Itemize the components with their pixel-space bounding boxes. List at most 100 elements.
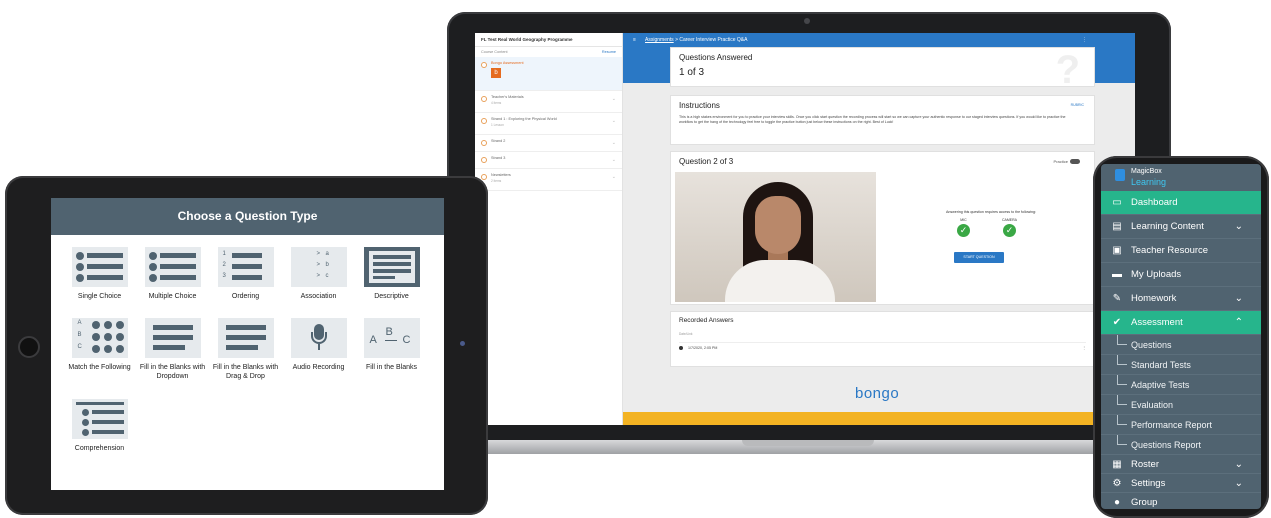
question-type-multiple-choice[interactable]: Multiple Choice (136, 247, 209, 301)
submenu-item-evaluation[interactable]: Evaluation (1101, 395, 1261, 415)
chevron-down-icon[interactable]: ⌄ (612, 157, 616, 163)
question-type-fill-in-the-blanks[interactable]: A B C Fill in the Blanks (355, 318, 428, 372)
question-type-label: Fill in the Blanks with Drag & Drop (212, 364, 279, 380)
submenu-item-questions[interactable]: Questions (1101, 335, 1261, 355)
tree-connector (1117, 335, 1127, 345)
sidebar-item-label: Teacher's Materials (491, 95, 524, 99)
assignment-main: Questions Answered 1 of 3 ? Instructions… (670, 47, 1095, 425)
recorded-answers-heading: Recorded Answers (679, 317, 734, 324)
association-icon: > a > b > c (290, 247, 347, 287)
sidebar-item-label: Strand 2 (491, 139, 506, 143)
question-type-label: Single Choice (77, 293, 122, 300)
laptop-notch (742, 440, 874, 446)
descriptive-icon (363, 247, 420, 287)
question-type-label: Fill in the Blanks (366, 364, 417, 371)
recorded-column-header: Date/Link (679, 332, 693, 336)
chevron-down-icon[interactable]: ⌄ (1235, 287, 1243, 311)
question-type-fill-blanks-dropdown[interactable]: Fill in the Blanks with Dropdown (136, 318, 209, 381)
chevron-down-icon[interactable]: ⌄ (612, 174, 616, 180)
menu-item-group[interactable]: ● Group (1101, 493, 1261, 509)
sidebar-item-strand-3[interactable]: Strand 3 ⌄ (475, 152, 622, 169)
practice-label: Practice (1053, 159, 1068, 164)
menu-item-settings[interactable]: ⚙ Settings ⌄ (1101, 474, 1261, 493)
menu-item-roster[interactable]: ▦ Roster ⌄ (1101, 455, 1261, 474)
menu-item-my-uploads[interactable]: ▬ My Uploads (1101, 263, 1261, 287)
recorded-answers-card: Recorded Answers Date/Link 1/7/2020, 2:0… (670, 311, 1095, 367)
monitor-icon: ▭ (1112, 197, 1122, 208)
hamburger-menu-icon[interactable]: ≡ (633, 37, 636, 43)
row-more-icon[interactable]: ⋮ (1082, 346, 1086, 350)
menu-item-assessment[interactable]: ✔ Assessment ⌃ (1101, 311, 1261, 335)
ordering-icon: 1 2 3 (217, 247, 274, 287)
menu-item-learning-content[interactable]: ▤ Learning Content ⌄ (1101, 215, 1261, 239)
brand-name: MagicBox (1131, 168, 1162, 175)
sidebar-item-meta: 4 items (491, 101, 502, 105)
sidebar-item-bongo-assessment[interactable]: Bongo Assessment b (475, 57, 622, 91)
sidebar-item-teachers-materials[interactable]: Teacher's Materials 4 items ⌄ (475, 91, 622, 113)
progress-dot (481, 157, 487, 163)
question-type-audio-recording[interactable]: Audio Recording (282, 318, 355, 372)
question-mark-watermark-icon: ? (1055, 48, 1080, 92)
recorded-answer-row[interactable]: 1/7/2020, 2:05 PM ⋮ (679, 342, 1086, 351)
menu-item-label: Assessment (1131, 317, 1183, 328)
course-title[interactable]: FL Test Real World Geography Programme (475, 33, 622, 47)
course-content-row: Course Content Resume (475, 47, 622, 57)
instructions-heading: Instructions (679, 101, 720, 110)
submenu-item-standard-tests[interactable]: Standard Tests (1101, 355, 1261, 375)
question-type-ordering[interactable]: 1 2 3 Ordering (209, 247, 282, 301)
submenu-item-adaptive-tests[interactable]: Adaptive Tests (1101, 375, 1261, 395)
practice-toggle[interactable] (1070, 159, 1080, 164)
question-type-comprehension[interactable]: Comprehension (63, 399, 136, 453)
submenu-item-performance-report[interactable]: Performance Report (1101, 415, 1261, 435)
bongo-logo: bongo (855, 385, 900, 402)
more-options-icon[interactable]: ⋮ (1082, 37, 1087, 43)
chevron-down-icon[interactable]: ⌄ (612, 140, 616, 146)
questions-answered-value: 1 of 3 (679, 67, 705, 78)
question-type-fill-blanks-drag-drop[interactable]: Fill in the Blanks with Drag & Drop (209, 318, 282, 381)
course-sidebar: FL Test Real World Geography Programme C… (475, 33, 623, 425)
breadcrumb-assignments[interactable]: Assignments (645, 37, 674, 43)
tree-connector (1117, 395, 1127, 405)
submenu-item-label: Questions Report (1131, 440, 1202, 450)
briefcase-icon: ▣ (1112, 245, 1122, 256)
sidebar-item-strand-2[interactable]: Strand 2 ⌄ (475, 135, 622, 152)
permission-checks: MIC ✓ CAMERA ✓ (957, 218, 1017, 237)
sidebar-item-label: Strand 3 (491, 156, 506, 160)
question-type-label: Comprehension (74, 445, 125, 452)
submenu-item-label: Performance Report (1131, 420, 1213, 430)
chevron-down-icon[interactable]: ⌄ (1235, 215, 1243, 239)
question-type-match-the-following[interactable]: A B C Match the Following (63, 318, 136, 372)
match-icon: A B C (71, 318, 128, 358)
rubric-link[interactable]: RUBRIC (1071, 103, 1084, 107)
chevron-down-icon[interactable]: ⌄ (1235, 455, 1243, 474)
menu-item-teacher-resource[interactable]: ▣ Teacher Resource (1101, 239, 1261, 263)
chevron-down-icon[interactable]: ⌄ (612, 118, 616, 124)
question-type-descriptive[interactable]: Descriptive (355, 247, 428, 301)
menu-item-homework[interactable]: ✎ Homework ⌄ (1101, 287, 1261, 311)
question-card: Question 2 of 3 Practice Answering this … (670, 151, 1095, 305)
book-icon: ▤ (1112, 221, 1122, 232)
chevron-down-icon[interactable]: ⌄ (1235, 474, 1243, 493)
start-question-button[interactable]: START QUESTION (954, 252, 1004, 263)
resume-link[interactable]: Resume (602, 50, 616, 54)
menu-item-label: Roster (1131, 459, 1159, 470)
progress-dot (481, 62, 487, 68)
chevron-down-icon[interactable]: ⌄ (612, 96, 616, 102)
abc-blank-icon: A B C (363, 318, 420, 358)
question-type-label: Fill in the Blanks with Dropdown (139, 364, 206, 380)
submenu-item-questions-report[interactable]: Questions Report (1101, 435, 1261, 455)
folder-icon: ▬ (1112, 269, 1122, 280)
menu-item-label: Dashboard (1131, 197, 1178, 208)
question-type-association[interactable]: > a > b > c Association (282, 247, 355, 301)
sidebar-item-newsletters[interactable]: Newsletters 2 items ⌄ (475, 169, 622, 191)
person-shirt (725, 260, 835, 302)
sidebar-item-strand-1[interactable]: Strand 1 : Exploring the Physical World … (475, 113, 622, 135)
menu-item-dashboard[interactable]: ▭ Dashboard (1101, 191, 1261, 215)
progress-dot (481, 118, 487, 124)
chevron-up-icon[interactable]: ⌃ (1235, 311, 1243, 335)
question-type-single-choice[interactable]: Single Choice (63, 247, 136, 301)
question-type-header: Choose a Question Type (51, 198, 444, 235)
menu-item-label: Group (1131, 497, 1158, 508)
camera-permission: CAMERA ✓ (1002, 218, 1017, 237)
play-icon[interactable] (679, 346, 683, 351)
